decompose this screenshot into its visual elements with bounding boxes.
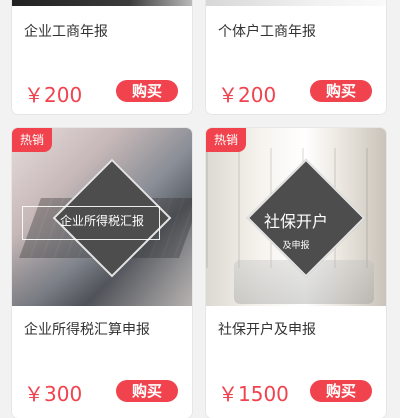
- product-image[interactable]: 社保开户 及申报 热销: [206, 128, 386, 306]
- buy-button[interactable]: 购买: [116, 380, 178, 402]
- hot-badge: 热销: [206, 128, 246, 152]
- hot-badge: 热销: [12, 128, 52, 152]
- buy-button[interactable]: 购买: [310, 80, 372, 102]
- product-price: ￥300: [24, 382, 83, 406]
- product-price: ￥1500: [218, 382, 289, 406]
- product-card-social-security[interactable]: 社保开户 及申报 热销 社保开户及申报 ￥1500 购买: [206, 128, 386, 418]
- product-price: ￥200: [218, 83, 277, 107]
- product-title: 企业工商年报: [24, 24, 108, 40]
- buy-button[interactable]: 购买: [116, 80, 178, 102]
- product-title: 社保开户及申报: [218, 322, 316, 338]
- product-card-income-tax-filing[interactable]: 企业所得税汇报 热销 企业所得税汇算申报 ￥300 购买: [12, 128, 192, 418]
- product-card-enterprise-annual-report[interactable]: 企业工商年报 ￥200 购买: [12, 0, 192, 114]
- product-image[interactable]: [206, 0, 386, 6]
- product-card-individual-annual-report[interactable]: 个体户工商年报 ￥200 购买: [206, 0, 386, 114]
- buy-button[interactable]: 购买: [310, 380, 372, 402]
- product-title: 个体户工商年报: [218, 24, 316, 40]
- image-caption: 企业所得税汇报: [59, 214, 144, 228]
- product-price: ￥200: [24, 83, 83, 107]
- product-image[interactable]: [12, 0, 192, 6]
- image-caption-main: 社保开户: [263, 212, 328, 231]
- product-image[interactable]: 企业所得税汇报 热销: [12, 128, 192, 306]
- image-caption-sub: 及申报: [282, 241, 310, 251]
- product-title: 企业所得税汇算申报: [24, 322, 150, 338]
